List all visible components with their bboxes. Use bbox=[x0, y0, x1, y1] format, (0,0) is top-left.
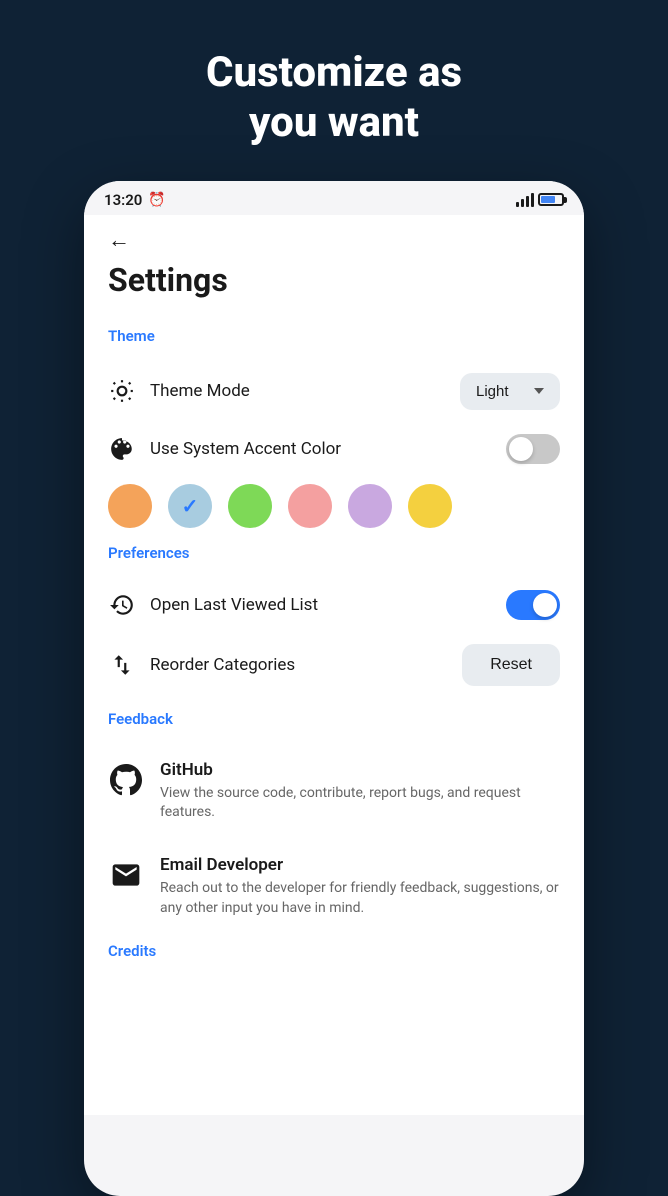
reorder-categories-left: Reorder Categories bbox=[108, 651, 295, 679]
color-swatch-pink[interactable] bbox=[288, 484, 332, 528]
preferences-section-label: Preferences bbox=[108, 544, 560, 562]
battery-icon bbox=[538, 193, 564, 206]
credits-section-label: Credits bbox=[108, 942, 560, 960]
accent-color-left: Use System Accent Color bbox=[108, 435, 341, 463]
status-time: 13:20 bbox=[104, 191, 142, 209]
status-icons bbox=[516, 193, 564, 207]
email-text-block: Email Developer Reach out to the develop… bbox=[160, 855, 560, 918]
github-icon bbox=[108, 762, 144, 798]
github-text-block: GitHub View the source code, contribute,… bbox=[160, 760, 560, 823]
accent-color-toggle[interactable] bbox=[506, 434, 560, 464]
github-item[interactable]: GitHub View the source code, contribute,… bbox=[108, 744, 560, 839]
accent-color-label: Use System Accent Color bbox=[150, 439, 341, 459]
theme-mode-label: Theme Mode bbox=[150, 381, 250, 401]
github-description: View the source code, contribute, report… bbox=[160, 784, 560, 823]
history-icon bbox=[108, 591, 136, 619]
page-title: Settings bbox=[108, 261, 560, 299]
open-last-viewed-row: Open Last Viewed List bbox=[108, 578, 560, 632]
reorder-categories-label: Reorder Categories bbox=[150, 655, 295, 675]
color-swatch-yellow[interactable] bbox=[408, 484, 452, 528]
open-last-viewed-left: Open Last Viewed List bbox=[108, 591, 318, 619]
back-arrow-icon: ← bbox=[108, 228, 130, 253]
screen-content: ← Settings Theme bbox=[84, 215, 584, 1115]
email-description: Reach out to the developer for friendly … bbox=[160, 879, 560, 918]
reset-button[interactable]: Reset bbox=[462, 644, 560, 686]
theme-mode-value: Light bbox=[476, 383, 509, 400]
phone-frame: 13:20 ⏰ ← Settings Theme bbox=[84, 181, 584, 1196]
theme-section-label: Theme bbox=[108, 327, 560, 345]
palette-icon bbox=[108, 435, 136, 463]
toggle-thumb-on bbox=[533, 593, 557, 617]
accent-color-row: Use System Accent Color bbox=[108, 422, 560, 476]
email-icon bbox=[108, 857, 144, 893]
swatch-checkmark: ✓ bbox=[182, 494, 199, 518]
feedback-section-label: Feedback bbox=[108, 710, 560, 728]
reorder-icon bbox=[108, 651, 136, 679]
theme-mode-icon bbox=[108, 377, 136, 405]
github-title: GitHub bbox=[160, 760, 560, 780]
theme-mode-left: Theme Mode bbox=[108, 377, 250, 405]
toggle-thumb bbox=[509, 437, 533, 461]
theme-mode-row: Theme Mode Light bbox=[108, 361, 560, 422]
color-swatch-green[interactable] bbox=[228, 484, 272, 528]
email-developer-item[interactable]: Email Developer Reach out to the develop… bbox=[108, 839, 560, 934]
hero-title: Customize as you want bbox=[40, 48, 628, 149]
email-title: Email Developer bbox=[160, 855, 560, 875]
battery-fill bbox=[541, 196, 555, 203]
chevron-down-icon bbox=[534, 388, 544, 394]
back-button[interactable]: ← bbox=[108, 215, 560, 261]
open-last-viewed-label: Open Last Viewed List bbox=[150, 595, 318, 615]
reorder-categories-row: Reorder Categories Reset bbox=[108, 632, 560, 698]
color-swatch-blue[interactable]: ✓ bbox=[168, 484, 212, 528]
alarm-icon: ⏰ bbox=[148, 192, 165, 208]
theme-mode-dropdown[interactable]: Light bbox=[460, 373, 560, 410]
color-swatch-orange[interactable] bbox=[108, 484, 152, 528]
open-last-viewed-toggle[interactable] bbox=[506, 590, 560, 620]
signal-bars bbox=[516, 193, 534, 207]
color-swatches: ✓ bbox=[108, 476, 560, 544]
status-bar: 13:20 ⏰ bbox=[84, 181, 584, 215]
color-swatch-purple[interactable] bbox=[348, 484, 392, 528]
